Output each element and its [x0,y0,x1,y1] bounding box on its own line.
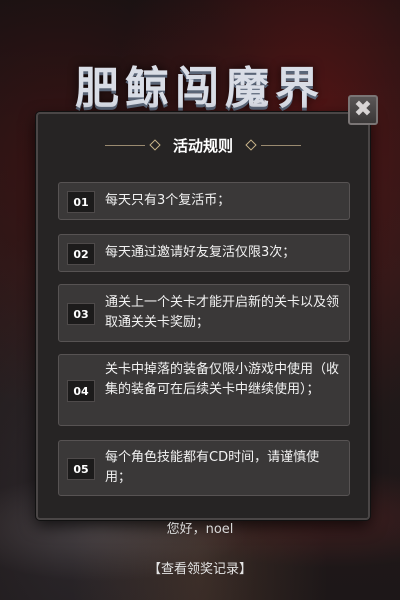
rule-number: 02 [67,243,95,265]
view-reward-records-link[interactable]: 【查看领奖记录】 [0,558,400,577]
user-greeting: 您好，noel [166,522,234,537]
rule-number: 03 [67,303,95,325]
rule-text: 每天只有3个复活币； [105,193,231,208]
rule-item-05: 05 每个角色技能都有CD时间，请谨慎使用； [58,440,350,496]
rule-item-02: 02 每天通过邀请好友复活仅限3次； [58,234,350,272]
rules-dialog: 活动规则 01 每天只有3个复活币； 02 每天通过邀请好友复活仅限3次； 03… [36,112,370,520]
rule-item-03: 03 通关上一个关卡才能开启新的关卡以及领取通关关卡奖励； [58,284,350,342]
rule-item-04: 04 关卡中掉落的装备仅限小游戏中使用（收集的装备可在后续关卡中继续使用）； [58,354,350,426]
rule-text: 通关上一个关卡才能开启新的关卡以及领取通关关卡奖励； [105,295,340,330]
rule-text: 每天通过邀请好友复活仅限3次； [105,245,296,260]
rule-number: 05 [67,458,95,480]
dialog-title: 活动规则 [172,136,233,155]
dialog-header: 活动规则 [38,132,368,158]
close-button[interactable]: ✖ [348,95,378,125]
rule-item-01: 01 每天只有3个复活币； [58,182,350,220]
close-icon: ✖ [353,97,373,122]
header-diamond-left [149,139,161,151]
game-title-logo: 肥鲸闯魔界 [75,63,325,114]
rule-text: 每个角色技能都有CD时间，请谨慎使用； [105,450,320,485]
rule-text: 关卡中掉落的装备仅限小游戏中使用（收集的装备可在后续关卡中继续使用）； [105,362,340,397]
rule-number: 01 [67,191,95,213]
header-ornament-left [104,144,145,146]
header-ornament-right [261,144,301,146]
rule-number: 04 [67,380,95,402]
header-diamond-right [245,139,257,151]
